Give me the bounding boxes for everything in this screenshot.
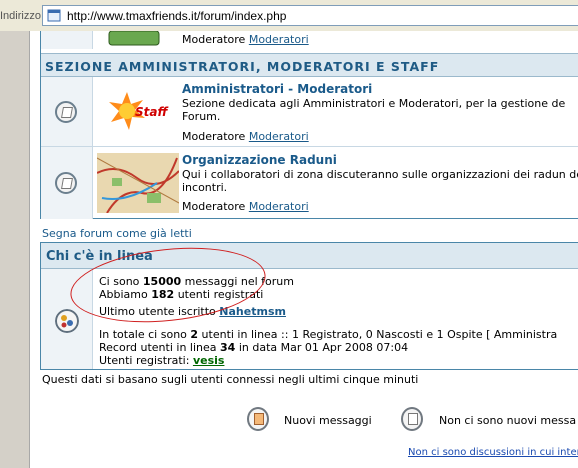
online-header: Chi c'è in linea: [41, 243, 578, 269]
registered-users-line: Utenti registrati: vesis: [99, 354, 225, 367]
map-thumbnail: [97, 153, 179, 213]
online-footnote: Questi dati si basano sugli utenti conne…: [42, 373, 419, 386]
moderator-row: Moderatore Moderatori: [182, 130, 309, 143]
forum-title-link[interactable]: Amministratori - Moderatori: [182, 82, 372, 96]
record-line: Record utenti in linea 34 in data Mar 01…: [99, 341, 409, 354]
users-online-icon: [55, 309, 79, 333]
category-header: SEZIONE AMMINISTRATORI, MODERATORI E STA…: [41, 53, 578, 77]
moderator-label: Moderatore: [182, 200, 246, 213]
no-new-posts-label: Non ci sono nuovi messa: [439, 414, 577, 427]
mark-forums-read-link[interactable]: Segna forum come già letti: [42, 227, 192, 240]
new-posts-label: Nuovi messaggi: [284, 414, 372, 427]
forum-table: Moderatore Moderatori SEZIONE AMMINISTRA…: [40, 31, 578, 219]
new-posts-icon: [247, 407, 269, 431]
page-icon: [47, 9, 61, 22]
users-count-line: Abbiamo 182 utenti registrati: [99, 288, 264, 301]
last-user-link[interactable]: Nahetmsm: [219, 305, 286, 318]
icon-cell: [41, 77, 93, 146]
moderator-label: Moderatore: [182, 33, 246, 46]
forum-row-partial: Moderatore Moderatori: [41, 31, 578, 49]
moderators-link[interactable]: Moderatori: [249, 200, 309, 213]
forum-thumbnail: [97, 31, 179, 47]
moderator-row: Moderatore Moderatori: [182, 200, 309, 213]
online-total-line: In totale ci sono 2 utenti in linea :: 1…: [99, 328, 558, 341]
online-title: Chi c'è in linea: [46, 249, 153, 264]
forum-content: Moderatore Moderatori SEZIONE AMMINISTRA…: [30, 31, 578, 468]
users-count: 182: [151, 288, 175, 301]
forum-status-icon: [55, 172, 77, 194]
thumb-text: Staff: [135, 105, 168, 119]
unanswered-topics-link[interactable]: Non ci sono discussioni in cui interver: [408, 447, 578, 458]
forum-description: Qui i collaboratori di zona discuteranno…: [182, 168, 578, 194]
forum-row: Staff Amministratori - Moderatori Sezion…: [41, 77, 578, 147]
icon-cell: [41, 147, 93, 219]
forum-row: Organizzazione Raduni Qui i collaborator…: [41, 147, 578, 219]
url-input[interactable]: http://www.tmaxfriends.it/forum/index.ph…: [42, 5, 578, 26]
icon-cell: [41, 269, 93, 369]
last-user-line: Ultimo utente iscritto Nahetmsm: [99, 305, 286, 318]
address-bar: Indirizzo http://www.tmaxfriends.it/foru…: [0, 0, 578, 31]
messages-count: 15000: [142, 275, 182, 288]
forum-title-link[interactable]: Organizzazione Raduni: [182, 153, 337, 167]
moderator-label: Moderatore: [182, 130, 246, 143]
messages-count-line: Ci sono 15000 messaggi nel forum: [99, 275, 294, 288]
moderators-link[interactable]: Moderatori: [249, 130, 309, 143]
no-new-posts-icon: [401, 407, 423, 431]
category-title[interactable]: SEZIONE AMMINISTRATORI, MODERATORI E STA…: [45, 59, 439, 74]
moderators-link[interactable]: Moderatori: [249, 33, 309, 46]
moderator-row: Moderatore Moderatori: [182, 33, 309, 46]
address-label: Indirizzo: [0, 10, 41, 22]
forum-description: Sezione dedicata agli Amministratori e M…: [182, 97, 566, 123]
url-text: http://www.tmaxfriends.it/forum/index.ph…: [67, 9, 287, 23]
registered-user-link[interactable]: vesis: [193, 354, 225, 367]
who-is-online-box: Chi c'è in linea Ci sono 15000 messaggi …: [40, 242, 578, 370]
icon-cell: [41, 31, 93, 49]
staff-thumbnail: Staff: [97, 82, 179, 142]
forum-status-icon: [55, 101, 77, 123]
left-gutter: [0, 31, 30, 468]
